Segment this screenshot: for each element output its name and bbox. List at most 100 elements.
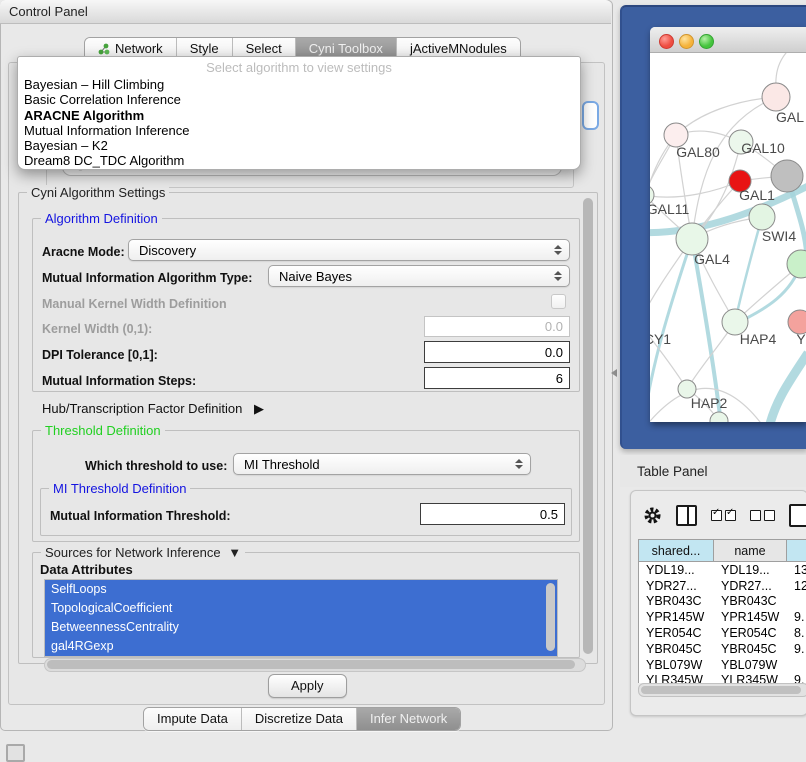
network-canvas[interactable]: GALGAL80GAL10GAL1GAL11GAL4SWI4GCY1HAP4YH… (650, 53, 806, 422)
table-row[interactable]: YBR045CYBR045C9. (639, 641, 806, 657)
collapsed-arrow-icon[interactable]: ▶ (254, 401, 264, 416)
apply-button[interactable]: Apply (268, 674, 347, 698)
node-label: HAP4 (740, 331, 777, 347)
control-panel-titlebar[interactable]: Control Panel (0, 0, 611, 24)
column-header[interactable]: A (787, 540, 806, 561)
table-horizontal-scrollbar[interactable] (638, 683, 806, 697)
dropdown-item[interactable]: Basic Correlation Inference (18, 92, 580, 107)
attribute-list-item[interactable]: gal4RGexp (45, 637, 557, 656)
table-cell: YER054C (639, 626, 714, 640)
table-cell: 8. (787, 626, 806, 640)
dropdown-item[interactable]: ARACNE Algorithm (18, 108, 580, 123)
table-cell: YDL19... (714, 563, 787, 577)
aracne-mode-combo[interactable]: Discovery (128, 239, 570, 261)
table-cell: YER054C (714, 626, 787, 640)
algorithm-dropdown-popup: Select algorithm to view settings Bayesi… (17, 56, 581, 170)
table-panel-titlebar[interactable]: Table Panel (620, 455, 806, 487)
splitter-collapse-icon[interactable] (611, 369, 617, 377)
network-node-gal[interactable] (762, 83, 790, 111)
network-edge[interactable] (676, 97, 776, 135)
table-cell: YDL19... (639, 563, 714, 577)
dropdown-item[interactable]: Mutual Information Inference (18, 123, 580, 138)
settings-vertical-scrollbar[interactable] (583, 198, 593, 654)
unchecked-pair-icon[interactable] (750, 510, 775, 521)
mi-steps-label: Mutual Information Steps: (42, 374, 196, 388)
page-icon[interactable] (789, 504, 806, 527)
mi-steps-value: 6 (556, 371, 563, 386)
network-icon (98, 43, 110, 55)
node-label: GAL (776, 109, 804, 125)
network-edge[interactable] (650, 181, 740, 197)
cyni-bottom-tabbar: Impute DataDiscretize DataInfer Network (143, 707, 461, 731)
hub-definition-toggle[interactable]: Hub/Transcription Factor Definition ▶ (42, 401, 264, 417)
table-cell: 9. (787, 642, 806, 656)
tab-infer-network[interactable]: Infer Network (356, 708, 460, 730)
table-row[interactable]: YDL19...YDL19...13 (639, 562, 806, 578)
tab-impute-data[interactable]: Impute Data (144, 708, 241, 730)
expanded-arrow-icon[interactable]: ▼ (228, 545, 241, 560)
mi-threshold-value: 0.5 (540, 507, 558, 522)
network-window-titlebar[interactable] (650, 27, 806, 53)
split-columns-icon[interactable] (676, 505, 697, 526)
node-label: GAL11 (650, 201, 689, 217)
table-cell: 12 (787, 579, 806, 593)
dropdown-item[interactable]: Dream8 DC_TDC Algorithm (18, 153, 580, 168)
table-cell: YDR27... (714, 579, 787, 593)
settings-horizontal-scrollbar[interactable] (44, 658, 586, 672)
mi-algorithm-type-value: Naive Bayes (279, 269, 352, 284)
kernel-width-field[interactable]: 0.0 (424, 316, 570, 337)
node-label: Y (796, 331, 806, 347)
attribute-list-item[interactable]: TopologicalCoefficient (45, 599, 557, 618)
table-row[interactable]: YBR043CYBR043C (639, 594, 806, 610)
gear-icon[interactable] (643, 506, 662, 525)
column-header[interactable]: name (714, 540, 787, 561)
network-edge[interactable] (768, 353, 806, 422)
mi-threshold-definition-title: MI Threshold Definition (49, 481, 190, 496)
which-threshold-combo[interactable]: MI Threshold (233, 453, 531, 475)
table-row[interactable]: YER054CYER054C8. (639, 625, 806, 641)
data-attributes-list[interactable]: SelfLoopsTopologicalCoefficientBetweenne… (44, 579, 558, 657)
table-row[interactable]: YDR27...YDR27...12 (639, 578, 806, 594)
list-vertical-scrollbar[interactable] (546, 583, 555, 651)
dropdown-item[interactable]: Bayesian – K2 (18, 138, 580, 153)
table-cell: YBR045C (639, 642, 714, 656)
network-node[interactable] (771, 160, 803, 192)
network-node-gal1[interactable] (749, 204, 775, 230)
table-cell: 13 (787, 563, 806, 577)
zoom-button[interactable] (699, 34, 714, 49)
tab-discretize-data[interactable]: Discretize Data (241, 708, 356, 730)
mi-threshold-field[interactable]: 0.5 (420, 503, 565, 525)
manual-kernel-width-checkbox[interactable] (551, 294, 566, 309)
table-cell: 9. (787, 673, 806, 683)
node-label: GAL80 (676, 144, 720, 160)
table-panel-toolbar (631, 491, 806, 539)
node-label: GAL1 (739, 187, 775, 203)
mi-algorithm-type-combo[interactable]: Naive Bayes (268, 265, 570, 287)
network-view-window[interactable]: GALGAL80GAL10GAL1GAL11GAL4SWI4GCY1HAP4YH… (650, 27, 806, 422)
node-attribute-table[interactable]: shared...nameA YDL19...YDL19...13YDR27..… (638, 539, 806, 683)
mi-steps-field[interactable]: 6 (424, 367, 570, 389)
node-label: SWI4 (762, 228, 796, 244)
table-cell: YBR045C (714, 642, 787, 656)
table-row[interactable]: YLR345WYLR345W9. (639, 673, 806, 683)
dpi-tolerance-field[interactable]: 0.0 (424, 341, 570, 363)
checked-pair-icon[interactable] (711, 510, 736, 521)
attribute-list-item[interactable]: SelfLoops (45, 580, 557, 599)
minimize-button[interactable] (679, 34, 694, 49)
combo-arrows-icon (554, 271, 562, 281)
manual-kernel-width-label: Manual Kernel Width Definition (42, 297, 227, 311)
node-label: HAP2 (691, 395, 728, 411)
table-cell: YPR145W (639, 610, 714, 624)
close-button[interactable] (659, 34, 674, 49)
table-row[interactable]: YBL079WYBL079W (639, 657, 806, 673)
mi-algorithm-type-label: Mutual Information Algorithm Type: (42, 271, 252, 285)
attribute-list-item[interactable]: BetweennessCentrality (45, 618, 557, 637)
table-cell: YBL079W (639, 658, 714, 672)
network-edge[interactable] (735, 217, 762, 322)
panel-dock-icon[interactable] (6, 744, 25, 762)
table-row[interactable]: YPR145WYPR145W9. (639, 609, 806, 625)
sources-title[interactable]: Sources for Network Inference ▼ (41, 545, 245, 560)
dropdown-item[interactable]: Bayesian – Hill Climbing (18, 77, 580, 92)
node-label: GCY1 (650, 331, 671, 347)
column-header[interactable]: shared... (639, 540, 714, 561)
